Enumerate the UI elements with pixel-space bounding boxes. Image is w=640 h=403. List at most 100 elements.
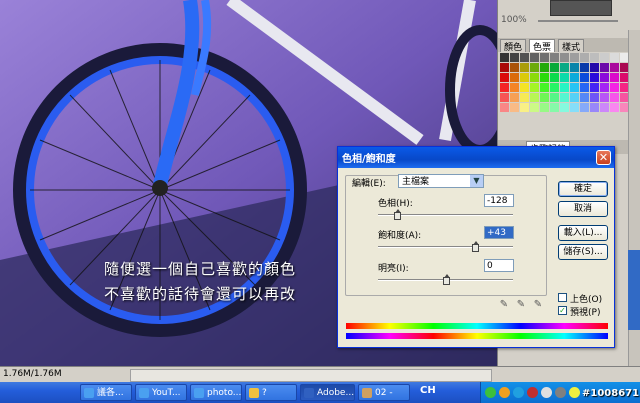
color-swatch[interactable] [590,63,599,72]
color-swatch[interactable] [590,93,599,102]
load-button[interactable]: 載入(L)... [558,225,608,241]
color-swatch[interactable] [550,63,559,72]
color-swatch[interactable] [510,93,519,102]
color-swatch[interactable] [550,73,559,82]
color-swatch[interactable] [530,53,539,62]
color-swatch[interactable] [560,103,569,112]
taskbar-item-2[interactable]: YouT... [135,384,187,401]
tray-icon-3[interactable] [513,387,524,398]
edit-dropdown[interactable]: 主檔案 ▼ [398,174,484,188]
taskbar-item-5[interactable]: Adobe... [300,384,355,401]
eyedropper-minus-icon[interactable]: ✎ [532,299,544,311]
color-swatch[interactable] [550,53,559,62]
color-swatch[interactable] [500,63,509,72]
color-swatch[interactable] [520,83,529,92]
color-swatch[interactable] [610,103,619,112]
taskbar-item-3[interactable]: photo... [190,384,242,401]
color-swatch[interactable] [500,83,509,92]
zoom-slider[interactable] [538,20,618,22]
color-swatch[interactable] [520,63,529,72]
color-swatch[interactable] [540,103,549,112]
eyedropper-plus-icon[interactable]: ✎ [515,299,527,311]
color-swatch[interactable] [520,53,529,62]
color-swatch[interactable] [510,83,519,92]
color-swatch[interactable] [550,83,559,92]
color-swatch[interactable] [580,63,589,72]
color-swatch[interactable] [500,93,509,102]
swatch-grid[interactable] [500,53,630,112]
save-settings-button[interactable]: 儲存(S)... [558,244,608,260]
color-swatch[interactable] [530,103,539,112]
color-swatch[interactable] [590,83,599,92]
tab-swatches[interactable]: 色票 [529,39,556,53]
input-method-indicator[interactable]: CH [420,385,436,396]
hue-input[interactable]: -128 [484,194,514,207]
preview-checkbox[interactable]: ✓ [558,306,567,315]
lightness-slider-knob[interactable] [442,274,450,285]
taskbar-item-1[interactable]: 議各... [80,384,132,401]
ok-button[interactable]: 確定 [558,181,608,197]
color-swatch[interactable] [570,53,579,62]
color-swatch[interactable] [510,103,519,112]
color-swatch[interactable] [610,93,619,102]
color-swatch[interactable] [530,73,539,82]
color-swatch[interactable] [580,53,589,62]
color-swatch[interactable] [540,63,549,72]
color-swatch[interactable] [540,93,549,102]
horizontal-scrollbar[interactable] [130,369,492,382]
color-swatch[interactable] [600,93,609,102]
tab-styles[interactable]: 樣式 [558,39,585,53]
color-swatch[interactable] [580,103,589,112]
color-swatch[interactable] [560,63,569,72]
color-swatch[interactable] [610,73,619,82]
close-button[interactable]: ✕ [596,150,611,165]
saturation-slider-track[interactable] [378,246,513,248]
navigator-thumbnail[interactable] [550,0,612,16]
color-swatch[interactable] [540,53,549,62]
color-swatch[interactable] [530,63,539,72]
color-swatch[interactable] [520,73,529,82]
lightness-input[interactable]: 0 [484,259,514,272]
color-swatch[interactable] [520,103,529,112]
tab-color[interactable]: 顏色 [500,39,527,53]
cancel-button[interactable]: 取消 [558,201,608,217]
tray-icon-5[interactable] [541,387,552,398]
color-swatch[interactable] [610,83,619,92]
color-swatch[interactable] [570,63,579,72]
color-swatch[interactable] [510,53,519,62]
color-swatch[interactable] [560,53,569,62]
color-swatch[interactable] [500,73,509,82]
layers-selection[interactable] [628,250,640,330]
color-swatch[interactable] [610,53,619,62]
color-swatch[interactable] [510,63,519,72]
color-swatch[interactable] [600,53,609,62]
color-swatch[interactable] [570,83,579,92]
color-swatch[interactable] [560,93,569,102]
color-swatch[interactable] [580,73,589,82]
tray-icon-2[interactable] [499,387,510,398]
color-swatch[interactable] [600,73,609,82]
color-swatch[interactable] [500,53,509,62]
tray-icon-1[interactable] [485,387,496,398]
saturation-slider-knob[interactable] [472,241,480,252]
color-swatch[interactable] [570,73,579,82]
color-swatch[interactable] [540,73,549,82]
color-swatch[interactable] [510,73,519,82]
colorize-checkbox[interactable] [558,293,567,302]
color-swatch[interactable] [590,73,599,82]
hue-slider-knob[interactable] [393,209,401,220]
tray-icon-4[interactable] [527,387,538,398]
taskbar-item-6[interactable]: 02 - [358,384,410,401]
color-swatch[interactable] [580,93,589,102]
color-swatch[interactable] [590,53,599,62]
color-swatch[interactable] [610,63,619,72]
tray-icon-7[interactable] [569,387,580,398]
dialog-titlebar[interactable]: 色相/飽和度 ✕ [338,147,614,168]
color-swatch[interactable] [520,93,529,102]
color-swatch[interactable] [550,103,559,112]
saturation-input[interactable]: +43 [484,226,514,239]
color-swatch[interactable] [600,63,609,72]
color-swatch[interactable] [600,103,609,112]
tray-icon-6[interactable] [555,387,566,398]
color-swatch[interactable] [530,93,539,102]
